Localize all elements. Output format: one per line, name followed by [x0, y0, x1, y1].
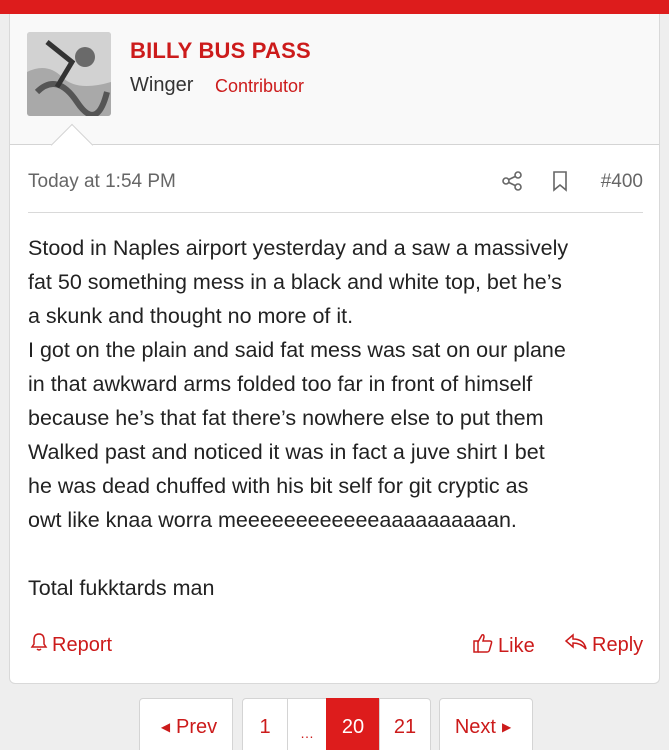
post-line: Walked past and noticed it was in fact a… — [28, 440, 545, 464]
prev-page-button[interactable]: ◀ Prev — [139, 698, 233, 750]
thumbs-up-icon — [472, 632, 494, 660]
post-number[interactable]: #400 — [601, 171, 643, 193]
user-badge: Contributor — [215, 76, 305, 96]
reply-button[interactable]: Reply — [564, 632, 643, 658]
post-line: fat 50 something mess in a black and whi… — [28, 270, 562, 294]
post-card: BILLY BUS PASS Winger Contributor Today … — [9, 14, 660, 684]
report-button[interactable]: Report — [30, 632, 112, 658]
post-meta: Today at 1:54 PM #400 — [28, 169, 643, 213]
post-closing-line: Total fukktards man — [28, 576, 215, 600]
user-header: BILLY BUS PASS Winger Contributor — [10, 14, 659, 145]
bookmark-icon[interactable] — [548, 169, 572, 193]
prev-label: Prev — [176, 716, 218, 738]
post-timestamp[interactable]: Today at 1:54 PM — [28, 171, 176, 193]
post-line: in that awkward arms folded too far in f… — [28, 372, 533, 396]
next-page-button[interactable]: Next ▶ — [439, 698, 533, 750]
post-line: because he’s that fat there’s nowhere el… — [28, 406, 544, 430]
reply-arrow-icon — [564, 632, 588, 658]
post-line: a skunk and thought no more of it. — [28, 304, 354, 328]
user-title: Winger — [130, 74, 194, 96]
post-body: Stood in Naples airport yesterday and a … — [28, 231, 650, 605]
report-label: Report — [52, 633, 113, 656]
caret-left-icon: ◀ — [160, 720, 171, 734]
post-line: owt like knaa worra meeeeeeeeeeeeaaaaaaa… — [28, 508, 517, 532]
username[interactable]: BILLY BUS PASS — [130, 38, 311, 64]
post-line: Stood in Naples airport yesterday and a … — [28, 236, 569, 260]
like-label: Like — [498, 634, 535, 657]
post-line: I got on the plain and said fat mess was… — [28, 338, 566, 362]
page-ellipsis[interactable]: … — [287, 698, 327, 750]
caret-right-icon: ▶ — [501, 720, 512, 734]
pagination: ◀ Prev 1 … 20 21 Next ▶ — [139, 698, 533, 750]
post-line: he was dead chuffed with his bit self fo… — [28, 474, 529, 498]
top-accent-bar — [0, 0, 669, 14]
page-link-21[interactable]: 21 — [379, 698, 431, 750]
share-icon[interactable] — [500, 169, 524, 193]
bell-icon — [30, 632, 48, 658]
page-link-current[interactable]: 20 — [326, 698, 380, 750]
like-button[interactable]: Like — [472, 632, 535, 660]
page-link-1[interactable]: 1 — [242, 698, 288, 750]
reply-label: Reply — [592, 633, 644, 656]
next-label: Next — [454, 716, 496, 738]
avatar[interactable] — [27, 32, 111, 116]
